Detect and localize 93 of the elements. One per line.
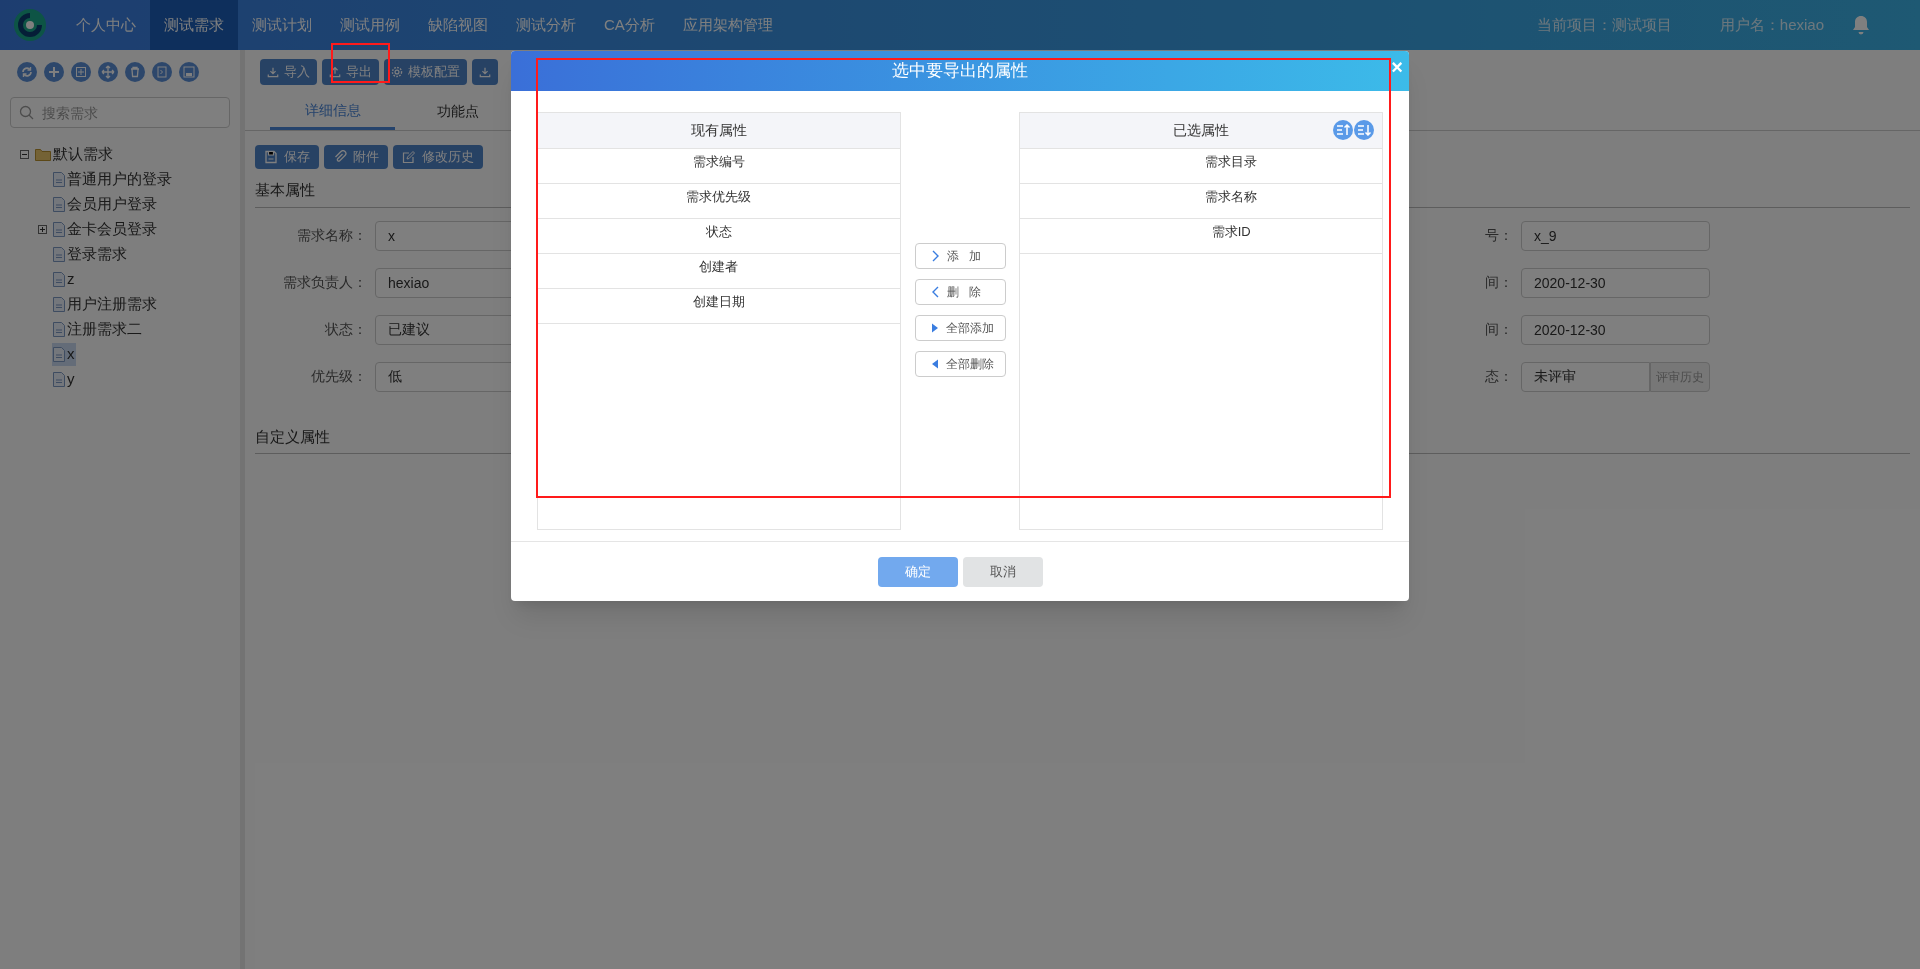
download-icon[interactable] bbox=[179, 61, 199, 82]
refresh-icon[interactable] bbox=[17, 61, 37, 82]
download-icon bbox=[267, 65, 279, 78]
attribute-item[interactable]: 创建者 bbox=[699, 257, 739, 275]
confirm-button[interactable]: 确定 bbox=[877, 556, 958, 587]
highlight-frame bbox=[331, 43, 390, 83]
move-icon[interactable] bbox=[98, 61, 118, 82]
section-title: 基本属性 bbox=[255, 181, 315, 198]
tree-item[interactable]: 普通用户的登录 bbox=[52, 168, 173, 191]
close-button[interactable]: × bbox=[1391, 57, 1403, 77]
tab[interactable]: 功能点 bbox=[395, 93, 520, 130]
nav-tab[interactable]: 测试用例 bbox=[326, 0, 414, 50]
toolbar-button[interactable]: 导入 bbox=[260, 58, 317, 85]
attribute-item[interactable]: 需求ID bbox=[1211, 222, 1251, 240]
document-icon bbox=[53, 297, 65, 312]
field-label: 优先级： bbox=[310, 367, 368, 386]
upload-icon bbox=[329, 65, 341, 78]
copy-icon[interactable] bbox=[152, 61, 172, 82]
nav-tab[interactable]: 应用架构管理 bbox=[668, 0, 787, 50]
attribute-item[interactable]: 需求编号 bbox=[692, 152, 745, 170]
nav-tab[interactable]: 测试需求 bbox=[150, 0, 238, 50]
plus-icon[interactable] bbox=[44, 61, 64, 82]
expand-toggle-icon[interactable] bbox=[38, 225, 47, 234]
field-label: 间： bbox=[1485, 273, 1514, 292]
nav-tab[interactable]: 测试分析 bbox=[502, 0, 590, 50]
cancel-button[interactable]: 取消 bbox=[962, 556, 1043, 587]
document-icon bbox=[53, 197, 65, 212]
nav-tab[interactable]: 缺陷视图 bbox=[414, 0, 502, 50]
toolbar-button[interactable]: 导出 bbox=[322, 58, 379, 85]
sort-down-icon[interactable] bbox=[1354, 120, 1374, 140]
dialog-title: 选中要导出的属性 bbox=[892, 60, 1028, 83]
attribute-item[interactable]: 需求名称 bbox=[1205, 187, 1258, 205]
current-project-label: 当前项目：测试项目 bbox=[1536, 14, 1672, 35]
bell-icon[interactable] bbox=[1852, 15, 1870, 35]
sort-up-icon[interactable] bbox=[1333, 120, 1353, 140]
tree-item[interactable]: 用户注册需求 bbox=[52, 293, 158, 316]
attribute-item[interactable]: 需求目录 bbox=[1205, 152, 1258, 170]
document-icon bbox=[53, 322, 65, 337]
text-field[interactable]: 2020-12-30 bbox=[1521, 314, 1710, 345]
username-label: 用户名：hexiao bbox=[1719, 14, 1824, 35]
field-label: 号： bbox=[1485, 226, 1514, 245]
field-label: 状态： bbox=[324, 320, 368, 339]
attribute-item[interactable]: 创建日期 bbox=[692, 292, 745, 310]
tree-item[interactable]: 会员用户登录 bbox=[52, 193, 158, 216]
save-icon bbox=[264, 150, 278, 164]
field-label: 间： bbox=[1485, 320, 1514, 339]
attribute-item[interactable]: 状态 bbox=[705, 222, 732, 240]
document-icon bbox=[53, 347, 65, 362]
edit-icon bbox=[402, 150, 416, 164]
text-field[interactable]: 2020-12-30 bbox=[1521, 267, 1710, 298]
tree-item[interactable]: x bbox=[52, 343, 76, 366]
list-header: 已选属性 bbox=[1173, 121, 1230, 140]
nav-tab[interactable]: 测试计划 bbox=[238, 0, 326, 50]
field-label: 态： bbox=[1485, 367, 1514, 386]
tree-item[interactable]: 登录需求 bbox=[52, 243, 128, 266]
move-button[interactable]: 删除 bbox=[914, 278, 1006, 305]
tree-item[interactable]: 金卡会员登录 bbox=[52, 218, 158, 241]
tree-item[interactable]: y bbox=[52, 368, 76, 391]
tree-item[interactable]: 注册需求二 bbox=[52, 318, 143, 341]
field-label: 需求负责人： bbox=[282, 273, 368, 292]
action-button[interactable]: 附件 bbox=[324, 145, 388, 169]
field-label: 需求名称： bbox=[296, 226, 368, 245]
text-field[interactable]: 未评审 bbox=[1521, 361, 1650, 392]
gear-icon bbox=[391, 65, 403, 78]
tree-item[interactable]: 默认需求 bbox=[34, 143, 114, 166]
folder-icon bbox=[35, 148, 51, 161]
tree-item[interactable]: z bbox=[52, 268, 76, 291]
document-icon bbox=[53, 222, 65, 237]
document-icon bbox=[53, 372, 65, 387]
move-button[interactable]: 全部添加 bbox=[914, 314, 1006, 341]
action-button[interactable]: 修改历史 bbox=[393, 145, 483, 169]
paperclip-icon bbox=[333, 150, 347, 164]
list-header: 现有属性 bbox=[690, 121, 747, 140]
action-button[interactable]: 保存 bbox=[255, 145, 319, 169]
text-field[interactable]: x_9 bbox=[1521, 220, 1710, 251]
tab[interactable]: 详细信息 bbox=[270, 93, 395, 130]
search-icon bbox=[19, 105, 34, 120]
logo-icon bbox=[12, 7, 48, 43]
toolbar-button[interactable]: 模板配置 bbox=[384, 58, 467, 85]
move-button[interactable]: 全部删除 bbox=[914, 350, 1006, 377]
move-button[interactable]: 添加 bbox=[914, 242, 1006, 269]
trash-icon[interactable] bbox=[125, 61, 145, 82]
attribute-item[interactable]: 需求优先级 bbox=[686, 187, 752, 205]
document-icon bbox=[53, 172, 65, 187]
download-icon bbox=[479, 65, 491, 78]
toolbar-button[interactable] bbox=[472, 58, 498, 85]
document-icon bbox=[53, 272, 65, 287]
collapse-toggle-icon[interactable] bbox=[20, 150, 29, 159]
section-title: 自定义属性 bbox=[255, 427, 330, 445]
grid-plus-icon[interactable] bbox=[71, 61, 91, 82]
document-icon bbox=[53, 247, 65, 262]
nav-tab[interactable]: 个人中心 bbox=[62, 0, 150, 50]
nav-tab[interactable]: CA分析 bbox=[590, 0, 669, 50]
